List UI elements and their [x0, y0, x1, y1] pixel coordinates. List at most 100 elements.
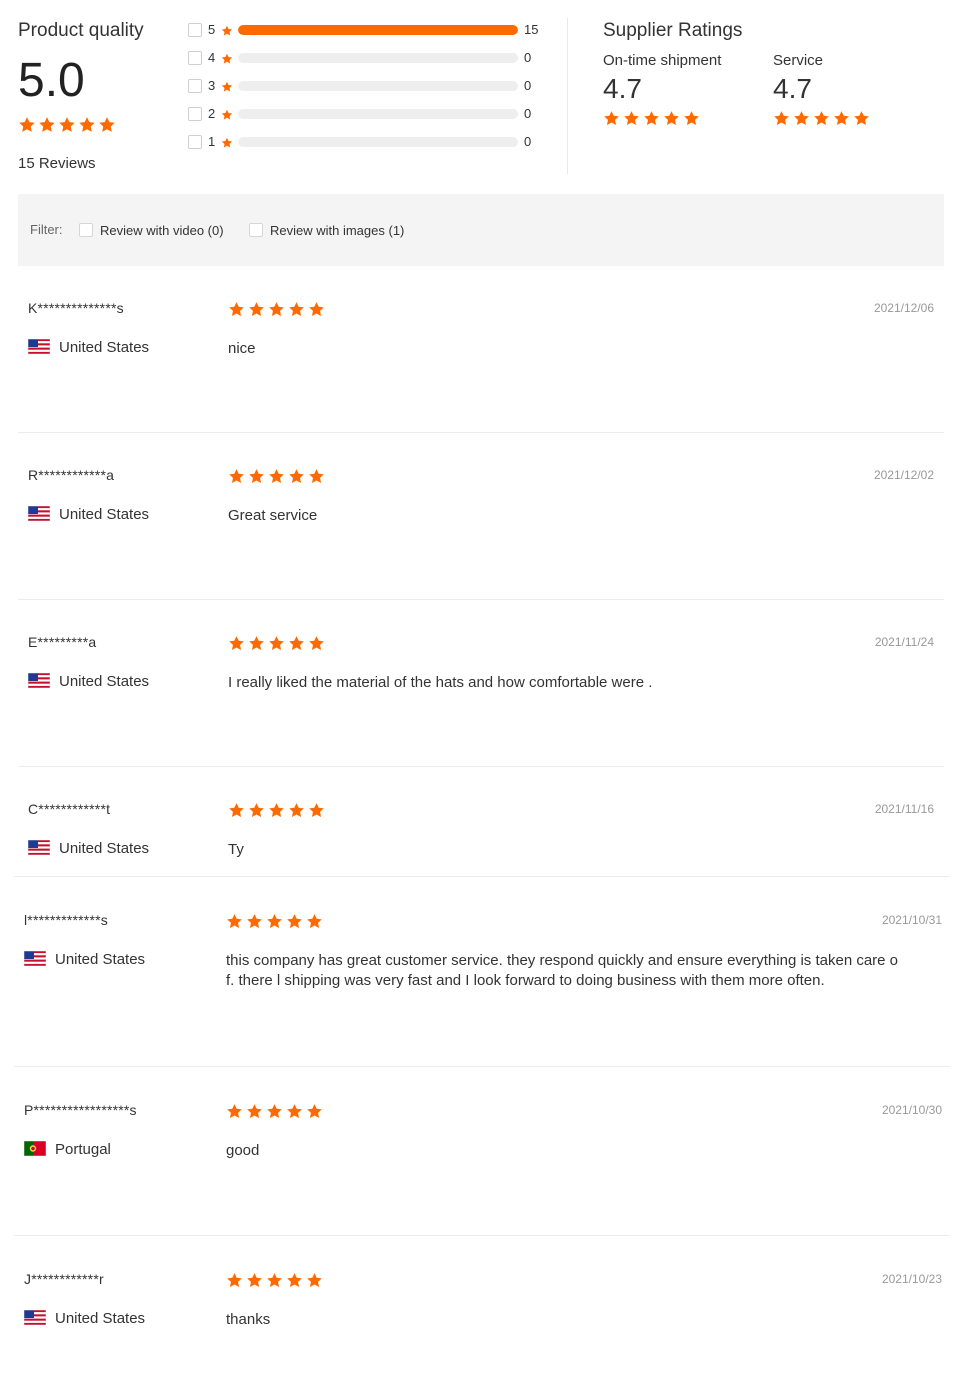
- star-icon: [221, 80, 233, 98]
- star-icon: [228, 802, 245, 819]
- us-flag-icon: [28, 339, 50, 354]
- star-icon: [226, 1272, 243, 1289]
- product-quality-score: 5.0: [18, 54, 85, 107]
- star-icon: [98, 116, 116, 134]
- rating-count: 0: [524, 78, 532, 93]
- rating-row-5[interactable]: 5 15: [188, 22, 558, 38]
- reviewer-country: United States: [55, 951, 146, 968]
- shipment-score: 4.7: [603, 73, 642, 104]
- star-icon: [793, 110, 810, 127]
- us-flag-icon: [28, 506, 50, 521]
- review-stars: [226, 913, 326, 931]
- video-filter-label[interactable]: Review with video (0): [100, 223, 224, 238]
- star-icon: [18, 116, 36, 134]
- star-icon: [78, 116, 96, 134]
- rating-row-4[interactable]: 40: [188, 50, 558, 66]
- star-icon: [623, 110, 640, 127]
- rating-star-number: 5: [208, 22, 216, 37]
- star-icon: [663, 110, 680, 127]
- star-icon: [286, 913, 303, 930]
- review-date: 2021/12/02: [873, 468, 934, 482]
- rating-row-2[interactable]: 20: [188, 106, 558, 122]
- review-stars: [226, 1272, 326, 1290]
- rating-filter-checkbox[interactable]: [188, 107, 202, 121]
- reviewer-country: United States: [59, 840, 150, 857]
- review-date: 2021/12/06: [873, 301, 934, 315]
- review-stars: [228, 802, 328, 820]
- supplier-ratings-title: Supplier Ratings: [603, 20, 743, 41]
- images-filter-checkbox[interactable]: [249, 223, 263, 237]
- rating-count: 0: [524, 50, 532, 65]
- rating-count: 0: [524, 134, 532, 149]
- review-stars: [228, 468, 328, 486]
- us-flag-icon: [24, 1310, 46, 1325]
- star-icon: [226, 913, 243, 930]
- star-icon: [221, 108, 233, 126]
- review-text: I really liked the material of the hats …: [228, 674, 653, 691]
- review-text: nice: [228, 340, 256, 357]
- star-icon: [773, 110, 790, 127]
- review-text: Ty: [228, 841, 244, 858]
- star-icon: [266, 1103, 283, 1120]
- star-icon: [221, 52, 233, 70]
- reviewer-country: United States: [55, 1310, 146, 1327]
- us-flag-icon: [28, 840, 50, 855]
- rating-bar: [238, 109, 518, 119]
- star-icon: [643, 110, 660, 127]
- rating-filter-checkbox[interactable]: [188, 79, 202, 93]
- product-quality-stars: [18, 116, 118, 134]
- reviewer-name: J************r: [24, 1271, 104, 1287]
- shipment-stars: [603, 110, 703, 128]
- star-icon: [58, 116, 76, 134]
- rating-bar: [238, 137, 518, 147]
- rating-star-number: 1: [208, 134, 216, 149]
- rating-bar: [238, 25, 518, 35]
- filter-label: Filter:: [30, 222, 63, 237]
- star-icon: [308, 635, 325, 652]
- star-icon: [246, 913, 263, 930]
- reviews-count: 15 Reviews: [18, 155, 96, 172]
- rating-row-1[interactable]: 10: [188, 134, 558, 150]
- rating-filter-checkbox[interactable]: [188, 23, 202, 37]
- images-filter-label[interactable]: Review with images (1): [270, 223, 404, 238]
- rating-filter-checkbox[interactable]: [188, 135, 202, 149]
- star-icon: [683, 110, 700, 127]
- rating-count: 0: [524, 106, 532, 121]
- star-icon: [268, 468, 285, 485]
- review-divider: [14, 876, 950, 877]
- star-icon: [228, 468, 245, 485]
- star-icon: [268, 635, 285, 652]
- star-icon: [813, 110, 830, 127]
- rating-star-number: 3: [208, 78, 216, 93]
- star-icon: [268, 802, 285, 819]
- us-flag-icon: [28, 673, 50, 688]
- video-filter-checkbox[interactable]: [79, 223, 93, 237]
- review-text-line: this company has great customer service.…: [226, 952, 899, 969]
- review-text: thanks: [226, 1311, 271, 1328]
- star-icon: [248, 802, 265, 819]
- star-icon: [226, 1103, 243, 1120]
- reviewer-name: E*********a: [28, 634, 97, 650]
- star-icon: [248, 468, 265, 485]
- star-icon: [306, 913, 323, 930]
- review-divider: [14, 1235, 950, 1236]
- review-text: Great service: [228, 507, 318, 524]
- rating-star-number: 2: [208, 106, 216, 121]
- star-icon: [288, 468, 305, 485]
- star-icon: [246, 1103, 263, 1120]
- star-icon: [853, 110, 870, 127]
- rating-filter-checkbox[interactable]: [188, 51, 202, 65]
- review-stars: [228, 301, 328, 319]
- star-icon: [286, 1272, 303, 1289]
- rating-star-number: 4: [208, 50, 216, 65]
- rating-row-3[interactable]: 30: [188, 78, 558, 94]
- star-icon: [221, 136, 233, 154]
- star-icon: [288, 802, 305, 819]
- star-icon: [268, 301, 285, 318]
- star-icon: [833, 110, 850, 127]
- review-divider: [18, 432, 944, 433]
- star-icon: [308, 802, 325, 819]
- rating-bar-fill: [238, 25, 518, 35]
- star-icon: [266, 1272, 283, 1289]
- product-quality-title: Product quality: [18, 20, 144, 41]
